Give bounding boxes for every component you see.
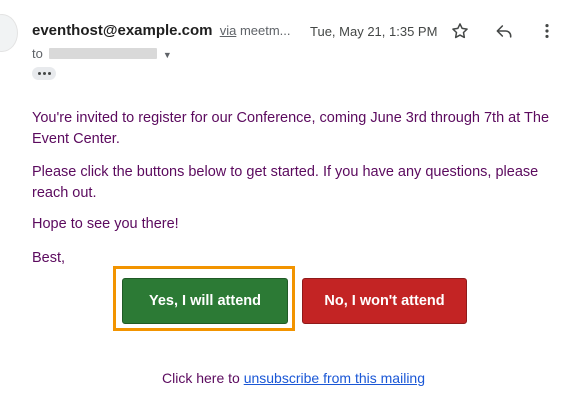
sender-line: eventhost@example.com via meetm...: [32, 22, 291, 39]
instructions-paragraph: Please click the buttons below to get st…: [32, 164, 539, 201]
via-sender: meetm...: [239, 23, 291, 38]
recipient-line: to ▼: [32, 46, 172, 61]
message-date: Tue, May 21, 1:35 PM: [310, 24, 438, 39]
reply-icon[interactable]: [493, 20, 515, 42]
unsubscribe-prefix: Click here to: [162, 370, 240, 386]
attend-no-button[interactable]: No, I won't attend: [302, 278, 467, 324]
email-message: eventhost@example.com via meetm... Tue, …: [0, 0, 567, 420]
hope-paragraph: Hope to see you there!: [32, 216, 179, 232]
redacted-recipient: [48, 48, 157, 59]
sender-avatar[interactable]: [0, 14, 18, 52]
via-label[interactable]: via: [220, 23, 237, 38]
sender-email[interactable]: eventhost@example.com: [32, 22, 213, 39]
star-icon[interactable]: [449, 20, 471, 42]
unsubscribe-line: Click here to unsubscribe from this mail…: [0, 370, 567, 386]
unsubscribe-link[interactable]: unsubscribe from this mailing: [244, 370, 425, 386]
attend-yes-button[interactable]: Yes, I will attend: [122, 278, 288, 324]
to-label: to: [32, 46, 43, 61]
expand-chevron-icon[interactable]: ▼: [163, 50, 172, 60]
more-vert-icon[interactable]: [536, 20, 558, 42]
more-dots-icon[interactable]: [32, 67, 56, 80]
invite-paragraph: You're invited to register for our Confe…: [32, 110, 550, 147]
via-info: via meetm...: [220, 23, 291, 38]
